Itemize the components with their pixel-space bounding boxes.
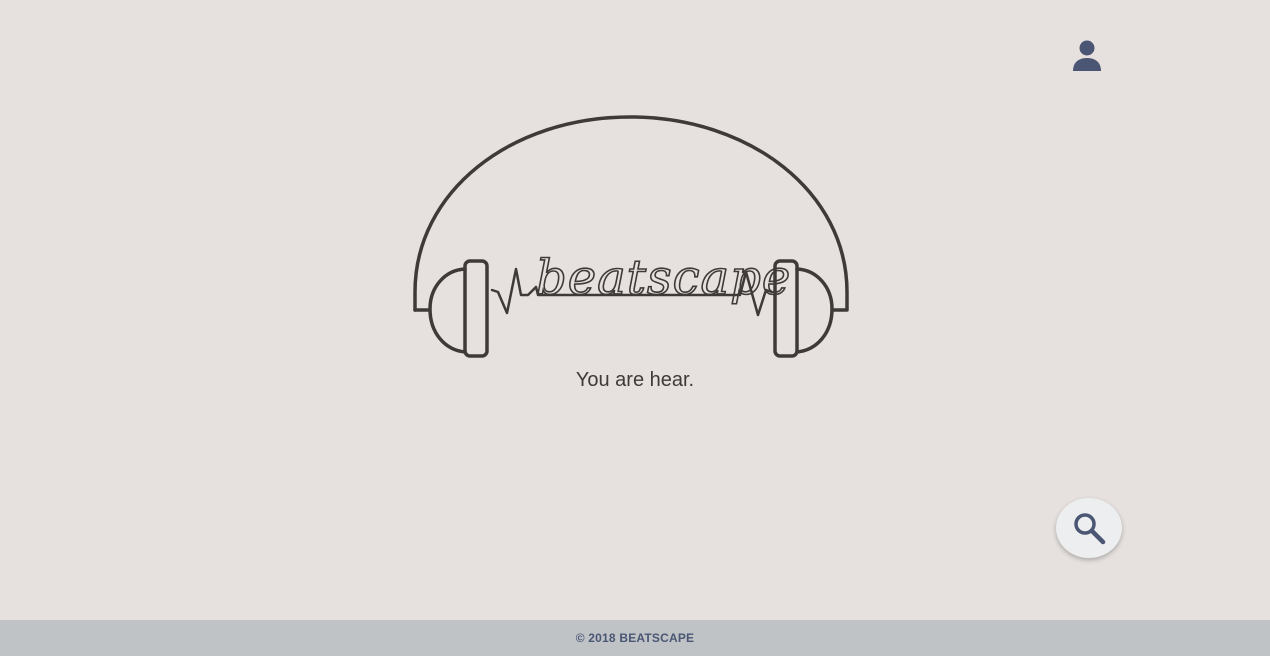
search-icon (1074, 513, 1106, 545)
left-ear-cup (428, 267, 467, 354)
user-icon (1073, 40, 1101, 71)
copyright-text: © 2018 BEATSCAPE (575, 631, 695, 645)
user-account-button[interactable] (1066, 34, 1108, 76)
search-button[interactable] (1056, 498, 1122, 558)
footer: © 2018 BEATSCAPE (0, 620, 1270, 656)
left-ear-pad (463, 259, 489, 358)
tagline: You are hear. (575, 369, 695, 391)
brand-wordmark: beatscape (536, 250, 791, 306)
landing-page: beatscape You are hear. © 2018 BEATSCAPE (0, 0, 1270, 656)
beatscape-logo: beatscape (413, 115, 849, 358)
right-ear-cup (795, 267, 834, 354)
